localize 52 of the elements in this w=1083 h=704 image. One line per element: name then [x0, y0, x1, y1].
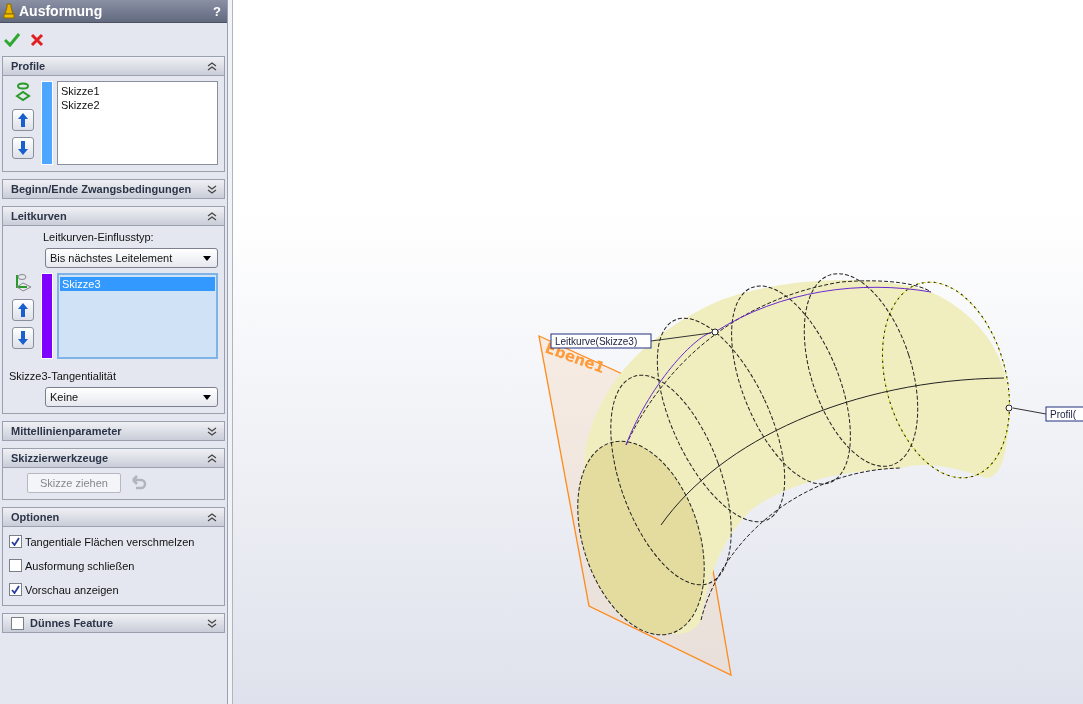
collapse-icon — [206, 60, 218, 72]
checkbox[interactable] — [9, 559, 22, 572]
bell-icon — [3, 3, 15, 19]
field-label: Leitkurven-Einflusstyp: — [42, 231, 155, 243]
expand-icon — [206, 183, 218, 195]
guide-curve-icon — [14, 273, 32, 293]
profile-icon — [15, 81, 31, 103]
section-header[interactable]: Leitkurven — [3, 207, 224, 225]
caret-icon — [203, 255, 211, 261]
expand-icon — [206, 425, 218, 437]
arrow-up-icon — [16, 112, 30, 128]
collapse-icon — [206, 511, 218, 523]
move-down-button[interactable] — [12, 137, 34, 159]
field-label: Skizze3-Tangentialität — [9, 369, 117, 382]
checkbox-label: Tangentiale Flächen verschmelzen — [25, 535, 195, 548]
section-title: Optionen — [11, 511, 61, 523]
checkbox[interactable] — [9, 535, 22, 548]
section-title: Dünnes Feature — [30, 617, 115, 629]
dropdown[interactable]: Keine — [45, 387, 218, 407]
section-title: Mittellinienparameter — [11, 425, 123, 437]
callout-label: Profil( — [1045, 406, 1083, 422]
section-title: Beginn/Ende Zwangsbedingungen — [11, 183, 193, 195]
dropdown[interactable]: Bis nächstes Leitelement — [45, 248, 218, 268]
profile-list[interactable]: Skizze1 Skizze2 — [57, 81, 218, 165]
arrow-up-icon — [16, 302, 30, 318]
arrow-down-icon — [16, 330, 30, 346]
section-title: Skizzierwerkzeuge — [11, 452, 110, 464]
callout-leader-line — [1005, 404, 1047, 415]
collapse-icon — [206, 210, 218, 222]
section-header[interactable]: Dünnes Feature — [3, 614, 224, 632]
panel-title: Ausformung — [19, 3, 104, 19]
help-button[interactable]: ? — [213, 3, 221, 19]
checkbox-label: Ausformung schließen — [25, 559, 135, 572]
checkbox[interactable] — [11, 616, 24, 630]
move-up-button[interactable] — [12, 109, 34, 131]
checkbox-label: Vorschau anzeigen — [25, 583, 119, 596]
list-item[interactable]: Skizze1 — [59, 84, 216, 98]
move-up-button[interactable] — [12, 299, 34, 321]
collapse-icon — [206, 452, 218, 464]
arrow-down-icon — [16, 140, 30, 156]
section-title: Profile — [11, 60, 47, 72]
caret-icon — [203, 394, 211, 400]
section-header[interactable]: Profile — [3, 57, 224, 75]
section-header[interactable]: Beginn/Ende Zwangsbedingungen — [3, 180, 224, 198]
section-title: Leitkurven — [11, 210, 68, 222]
list-item[interactable]: Skizze2 — [59, 98, 216, 112]
section-header[interactable]: Mittellinienparameter — [3, 422, 224, 440]
expand-icon — [206, 617, 218, 629]
cancel-button[interactable] — [30, 33, 44, 47]
section-header[interactable]: Optionen — [3, 508, 224, 526]
move-down-button[interactable] — [12, 327, 34, 349]
checkbox[interactable] — [9, 583, 22, 596]
